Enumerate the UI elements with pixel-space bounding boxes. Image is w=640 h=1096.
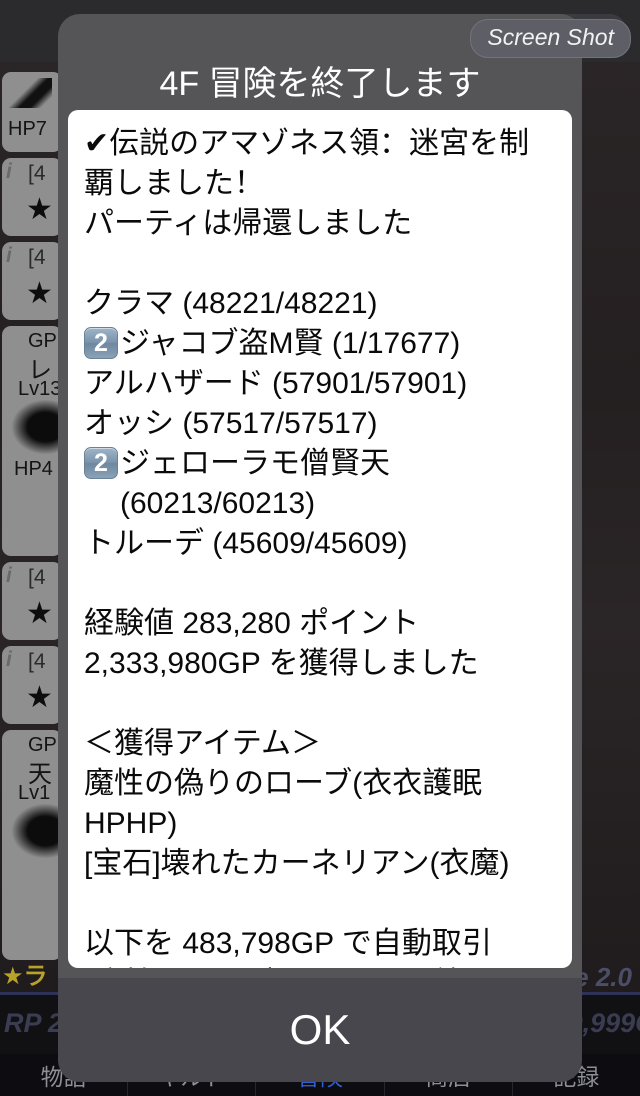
dialog-title: 4F 冒険を終了します	[159, 65, 481, 103]
ok-button[interactable]: OK	[58, 978, 582, 1082]
item-tag: [4	[28, 162, 46, 185]
dungeon-clear-line: ✔伝説のアマゾネス領：迷宮を制覇しました！	[84, 127, 530, 200]
hp-label: HP7	[8, 118, 47, 140]
app-root: 迷宮へようこそ Screen HP7 i [4 ★ i [4 ★	[0, 0, 640, 1096]
party-member-label: ジャコブ盗M賢 (1/17677)	[120, 327, 461, 360]
star-icon: ★	[26, 193, 53, 226]
screen-shot-badge[interactable]: Screen Shot	[470, 19, 631, 58]
result-message-text: ✔伝説のアマゾネス領：迷宮を制覇しました！ パーティは帰還しました クラマ (482…	[84, 124, 556, 968]
party-member-label: オッシ (57517/57517)	[84, 407, 378, 440]
gold-gained-line: 2,333,980GP を獲得しました	[84, 647, 479, 680]
experience-line: 経験値 283,280 ポイント	[84, 607, 420, 640]
list-item[interactable]: i [4 ★	[2, 158, 62, 236]
party-member-row: トルーデ (45609/45609)	[84, 524, 556, 564]
list-item[interactable]: i [4 ★	[2, 562, 62, 640]
items-header: ＜獲得アイテム＞	[84, 727, 321, 760]
level-label: Lv13	[18, 378, 62, 400]
party-return-line: パーティは帰還しました	[84, 207, 413, 240]
star-icon: ★	[26, 277, 53, 310]
party-member-label: ジェローラモ僧賢天 (60213/60213)	[120, 447, 399, 520]
character-card[interactable]: GP 天 Lv1	[2, 730, 62, 960]
acquired-item-line: 魔性の偽りのローブ(衣衣護眠HPHP)	[84, 767, 483, 840]
party-member-row: オッシ (57517/57517)	[84, 404, 556, 444]
rp-label: RP 2	[4, 1008, 64, 1038]
info-icon[interactable]: i	[6, 564, 12, 588]
party-member-row: アルハザード (57901/57901)	[84, 364, 556, 404]
party-member-row: 2 ジャコブ盗M賢 (1/17677)	[84, 324, 556, 364]
hp-label: HP4	[14, 458, 53, 480]
item-tag: [4	[28, 650, 46, 673]
info-icon[interactable]: i	[6, 244, 12, 268]
background-left-column: HP7 i [4 ★ i [4 ★ GP レ Lv13 HP4 i [4 ★ i…	[0, 62, 64, 992]
level-label: Lv1	[18, 782, 51, 804]
member-count-badge: 2	[84, 447, 118, 479]
party-member-row: 2 ジェローラモ僧賢天 (60213/60213)	[84, 444, 556, 524]
item-tag: [4	[28, 246, 46, 269]
list-item[interactable]: HP7	[2, 72, 62, 152]
star-icon: ★	[26, 681, 53, 714]
party-member-label: クラマ (48221/48221)	[84, 287, 378, 320]
party-member-label: アルハザード (57901/57901)	[84, 367, 468, 400]
list-item[interactable]: i [4 ★	[2, 242, 62, 320]
character-art-icon	[12, 804, 62, 858]
star-icon: ★	[26, 597, 53, 630]
member-count-badge: 2	[84, 327, 118, 359]
party-member-label: トルーデ (45609/45609)	[84, 527, 408, 560]
character-card[interactable]: GP レ Lv13 HP4	[2, 326, 62, 556]
result-message-panel[interactable]: ✔伝説のアマゾネス領：迷宮を制覇しました！ パーティは帰還しました クラマ (482…	[68, 110, 572, 968]
acquired-item-line: [宝石]壊れたカーネリアン(衣魔)	[84, 847, 510, 880]
info-icon[interactable]: i	[6, 648, 12, 672]
star-rank-label: ★ラ	[2, 963, 48, 990]
character-art-icon	[12, 400, 62, 454]
autotrade-header: 以下を 483,798GP で自動取引	[84, 927, 492, 960]
party-member-row: クラマ (48221/48221)	[84, 284, 556, 324]
ok-button-label: OK	[289, 1006, 351, 1053]
autotrade-item-line: •魔性のドラゴンアーマー(鎧)	[84, 964, 556, 968]
character-art-icon	[8, 78, 52, 108]
info-icon[interactable]: i	[6, 160, 12, 184]
list-item[interactable]: i [4 ★	[2, 646, 62, 724]
item-tag: [4	[28, 566, 46, 589]
